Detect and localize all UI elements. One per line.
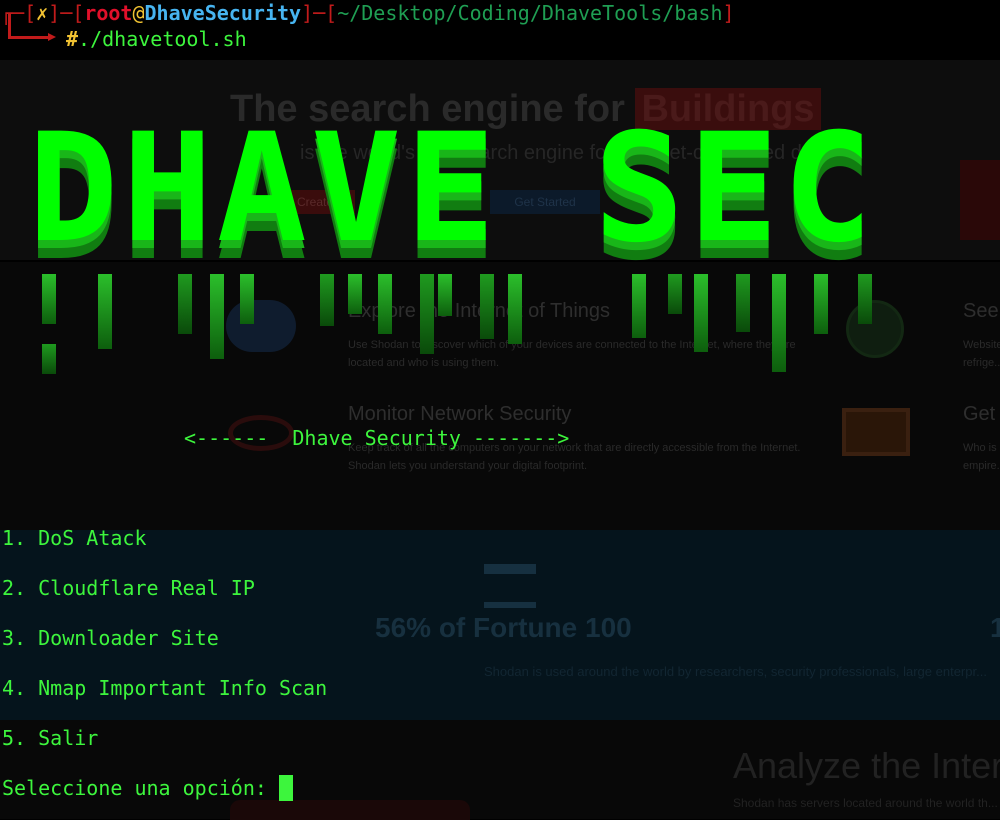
prompt-close-bracket: ] bbox=[722, 1, 735, 25]
prompt-arrow-icon bbox=[48, 33, 56, 41]
drip-decoration bbox=[814, 274, 828, 334]
drip-decoration bbox=[420, 274, 434, 354]
banner-logo: DHAVE SEC bbox=[28, 102, 877, 374]
prompt-user: root bbox=[84, 1, 133, 25]
drip-decoration bbox=[98, 274, 112, 349]
drip-decoration bbox=[320, 274, 334, 326]
drip-decoration bbox=[694, 274, 708, 352]
drip-decoration bbox=[508, 274, 522, 344]
command-line: #./dhavetool.sh bbox=[66, 26, 247, 52]
prompt-path: ~/Desktop/Coding/DhaveTools/bash bbox=[337, 1, 723, 25]
drip-decoration bbox=[178, 274, 192, 334]
menu-item-downloader: 3. Downloader Site bbox=[2, 626, 219, 650]
prompt-close-open: ]─[ bbox=[301, 1, 338, 25]
menu-item-cloudflare: 2. Cloudflare Real IP bbox=[2, 576, 255, 600]
drip-decoration bbox=[858, 274, 872, 324]
drip-decoration bbox=[668, 274, 682, 314]
prompt-mid-bracket: ]─[ bbox=[48, 1, 85, 25]
drip-decoration bbox=[736, 274, 750, 332]
prompt-corner-line bbox=[8, 13, 52, 39]
prompt-host: DhaveSecurity bbox=[144, 1, 302, 25]
prompt-at: @ bbox=[132, 1, 145, 25]
banner-text: DHAVE SEC bbox=[28, 102, 877, 276]
drip-decoration bbox=[438, 274, 452, 316]
shell-prompt: ┌─[✗]─[root@DhaveSecurity]─[~/Desktop/Co… bbox=[0, 0, 735, 26]
drip-decoration bbox=[348, 274, 362, 314]
drip-decoration bbox=[240, 274, 254, 324]
menu-item-exit: 5. Salir bbox=[2, 726, 99, 750]
menu-item-nmap: 4. Nmap Important Info Scan bbox=[2, 676, 328, 700]
option-prompt-label: Seleccione una opción: bbox=[2, 776, 279, 800]
drip-decoration bbox=[378, 274, 392, 334]
terminal-cursor[interactable] bbox=[278, 775, 293, 801]
command-text: ./dhavetool.sh bbox=[78, 27, 247, 51]
drip-decoration bbox=[480, 274, 494, 339]
terminal-window[interactable]: ┌─[✗]─[root@DhaveSecurity]─[~/Desktop/Co… bbox=[0, 0, 1000, 819]
drip-decoration bbox=[772, 274, 786, 372]
drip-decoration bbox=[210, 274, 224, 359]
menu-item-dos: 1. DoS Atack bbox=[2, 526, 147, 550]
drip-decoration bbox=[632, 274, 646, 338]
tagline: <------ Dhave Security -------> bbox=[184, 426, 570, 450]
drip-decoration bbox=[42, 344, 56, 374]
prompt-hash: # bbox=[66, 27, 79, 51]
option-input-line[interactable]: Seleccione una opción: bbox=[2, 775, 293, 801]
drip-decoration bbox=[42, 274, 56, 324]
